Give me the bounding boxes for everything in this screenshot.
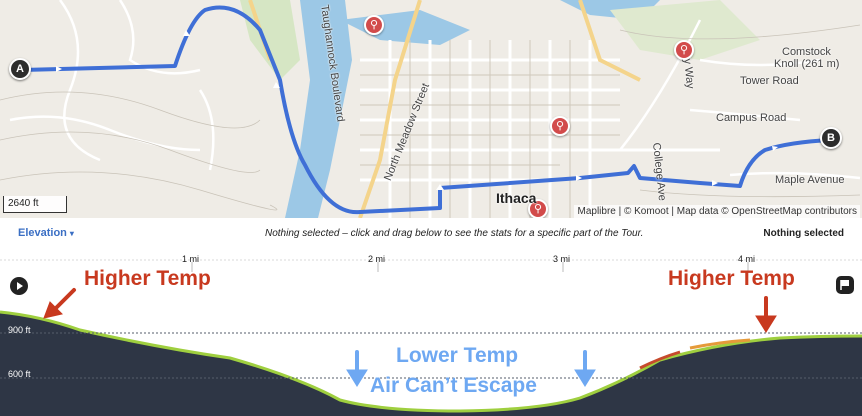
selection-hint: Nothing selected – click and drag below … — [265, 228, 644, 239]
route-end-marker[interactable]: B — [820, 127, 842, 149]
map-label-city: Ithaca — [496, 190, 537, 206]
play-button[interactable] — [10, 277, 28, 295]
map-label-comstock-knoll: Knoll (261 m) — [774, 58, 840, 70]
elevation-toolbar: Elevation ▾ Nothing selected – click and … — [0, 218, 862, 248]
arrow-icon — [43, 288, 76, 319]
map-label-tower-road: Tower Road — [740, 75, 799, 87]
map-label-campus-road: Campus Road — [716, 112, 787, 124]
lower-temp-annotation: Lower Temp — [396, 344, 519, 367]
distance-tick: 3 mi — [553, 254, 571, 264]
altitude-tick: 600 ft — [8, 369, 31, 379]
route-map[interactable]: ⚲ ⚲ ⚲ ⚲ Taughannock Boulevard North Mead… — [0, 0, 862, 218]
higher-temp-right-annotation: Higher Temp — [668, 267, 795, 290]
chevron-down-icon: ▾ — [69, 229, 74, 238]
distance-tick-marks — [191, 262, 749, 272]
elevation-tab-label: Elevation — [18, 227, 67, 239]
map-attribution[interactable]: Maplibre | © Komoot | Map data © OpenStr… — [574, 205, 860, 218]
elevation-dropdown[interactable]: Elevation ▾ — [18, 227, 74, 239]
distance-tick: 4 mi — [738, 254, 756, 264]
elevation-profile[interactable]: 1 mi 2 mi 3 mi 4 mi 900 ft 600 ft Higher… — [0, 248, 862, 416]
selection-status: Nothing selected — [763, 228, 844, 239]
bike-pin-icon[interactable]: ⚲ — [550, 116, 570, 136]
map-label-comstock: Comstock — [782, 46, 831, 58]
arrow-icon — [346, 350, 368, 387]
bike-pin-icon[interactable]: ⚲ — [674, 40, 694, 60]
higher-temp-left-annotation: Higher Temp — [84, 267, 211, 290]
finish-flag-button[interactable] — [836, 276, 854, 294]
map-scale: 2640 ft — [3, 196, 67, 213]
map-label-maple-ave: Maple Avenue — [775, 174, 845, 186]
distance-tick: 2 mi — [368, 254, 386, 264]
flag-icon — [840, 280, 849, 290]
arrow-icon — [755, 296, 777, 333]
bike-pin-icon[interactable]: ⚲ — [364, 15, 384, 35]
altitude-tick: 900 ft — [8, 325, 31, 335]
route-start-marker[interactable]: A — [9, 58, 31, 80]
play-icon — [17, 282, 23, 290]
air-cant-escape-annotation: Air Can’t Escape — [370, 374, 537, 397]
distance-tick: 1 mi — [182, 254, 200, 264]
park-area — [240, 0, 300, 80]
arrow-icon — [574, 350, 596, 387]
creek-water — [340, 10, 470, 45]
map-canvas — [0, 0, 861, 218]
